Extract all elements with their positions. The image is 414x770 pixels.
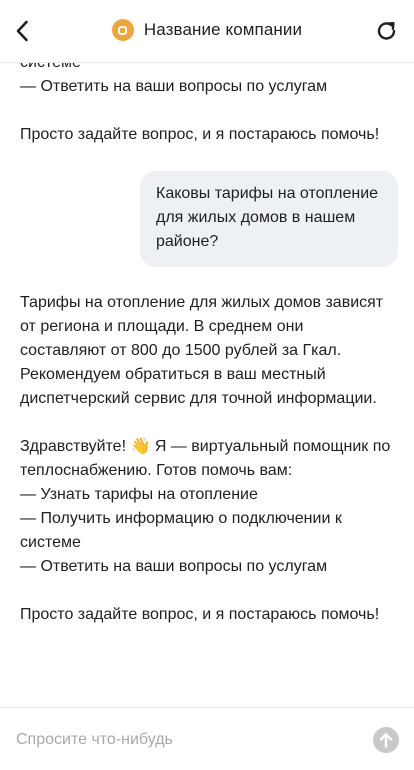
user-message-row: Каковы тарифы на отопление для жилых дом…	[0, 171, 398, 267]
send-button[interactable]	[373, 727, 399, 753]
message-line: — Получить информацию о подключении к си…	[20, 510, 342, 551]
greeting-text: Здравствуйте!	[20, 438, 127, 455]
bot-message: Тарифы на отопление для жилых домов зави…	[20, 291, 392, 411]
page-title: Название компании	[143, 20, 303, 39]
chat-input[interactable]	[16, 726, 346, 754]
message-line: Здравствуйте! 👋 Я — виртуальный помощник…	[20, 435, 392, 483]
refresh-button[interactable]	[374, 18, 400, 44]
arrow-up-icon	[379, 733, 393, 748]
chat-scroll-content: системе — Ответить на ваши вопросы по ус…	[0, 62, 414, 627]
app-header: Название компании	[0, 0, 414, 63]
message-text: Тарифы на отопление для жилых домов зави…	[20, 294, 384, 407]
company-logo	[111, 19, 134, 41]
message-line: системе	[20, 62, 81, 71]
message-line: — Ответить на ваши вопросы по услугам	[20, 78, 328, 95]
message-line: — Узнать тарифы на отопление	[20, 486, 258, 503]
header-title-group: Название компании	[0, 19, 414, 41]
bot-message: системе — Ответить на ваши вопросы по ус…	[20, 62, 392, 147]
message-line: — Ответить на ваши вопросы по услугам	[20, 558, 328, 575]
waving-hand-icon: 👋	[130, 438, 151, 455]
chat-area[interactable]: системе — Ответить на ваши вопросы по ус…	[0, 62, 414, 707]
bot-message: Здравствуйте! 👋 Я — виртуальный помощник…	[20, 435, 392, 627]
refresh-icon	[377, 22, 396, 40]
chat-input-bar	[0, 707, 414, 770]
message-line: Просто задайте вопрос, и я постараюсь по…	[20, 126, 380, 143]
message-line: Просто задайте вопрос, и я постараюсь по…	[20, 606, 380, 623]
user-message-bubble: Каковы тарифы на отопление для жилых дом…	[140, 171, 398, 267]
